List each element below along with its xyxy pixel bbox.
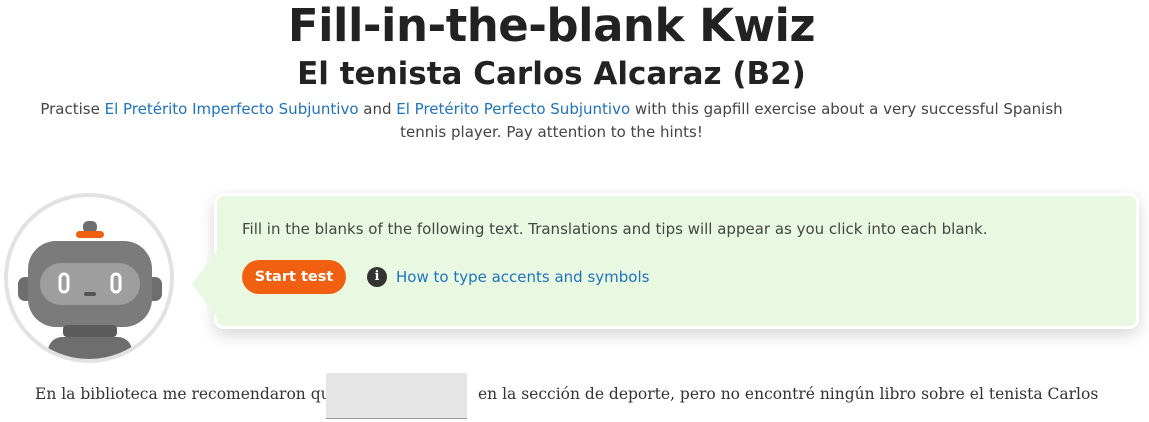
page-subtitle: El tenista Carlos Alcaraz (B2) <box>297 56 806 92</box>
exercise-text-after: en la sección de deporte, pero no encont… <box>478 385 1099 403</box>
bubble-tail <box>192 246 220 322</box>
imperfecto-subjuntivo-link[interactable]: El Pretérito Imperfecto Subjuntivo <box>105 100 359 118</box>
robot-icon <box>18 221 162 359</box>
instructions-panel: Fill in the blanks of the following text… <box>214 193 1139 329</box>
accents-help-link[interactable]: How to type accents and symbols <box>396 268 649 286</box>
info-icon: i <box>367 267 387 287</box>
instructions-text: Fill in the blanks of the following text… <box>242 220 988 238</box>
start-test-button[interactable]: Start test <box>242 260 346 294</box>
avatar <box>4 193 174 363</box>
page-title: Fill-in-the-blank Kwiz <box>287 0 816 52</box>
exercise-text-before: En la biblioteca me recomendaron que <box>35 385 340 403</box>
perfecto-subjuntivo-link[interactable]: El Pretérito Perfecto Subjuntivo <box>396 100 630 118</box>
intro-prefix: Practise <box>40 100 105 118</box>
exercise-text: En la biblioteca me recomendaron que en … <box>35 373 1125 419</box>
intro-middle: and <box>358 100 397 118</box>
intro-text: Practise El Pretérito Imperfecto Subjunt… <box>20 98 1083 144</box>
blank-input-1[interactable] <box>326 373 467 419</box>
